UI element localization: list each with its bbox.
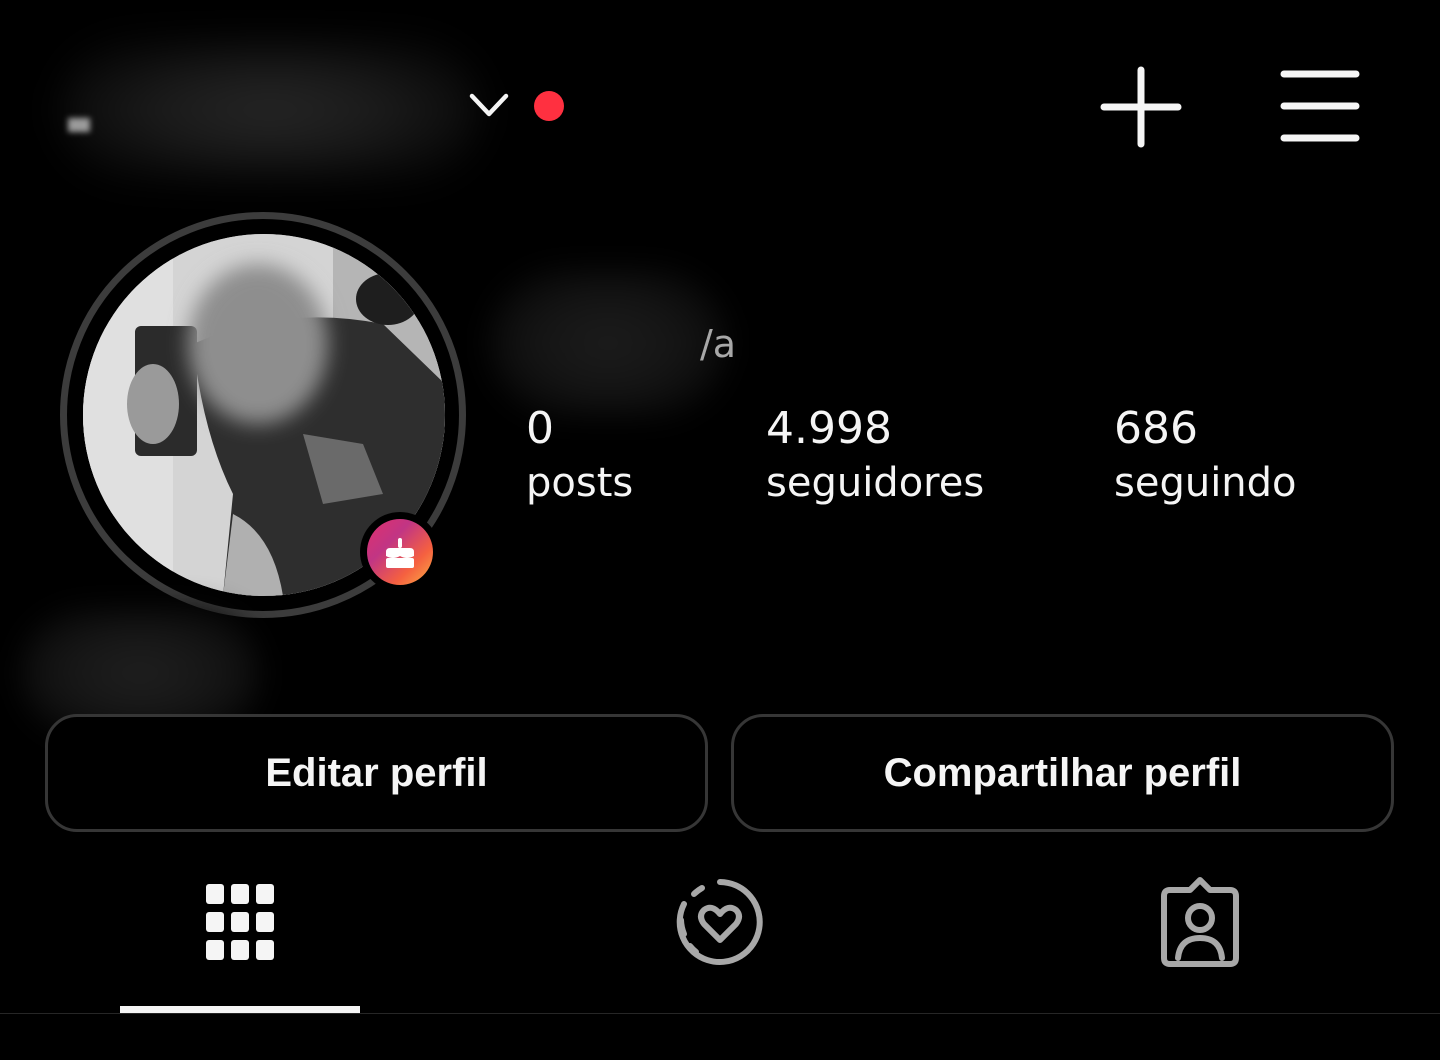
profile-screen: /a 0 posts 4.998 seguidores 686 seguindo… <box>0 0 1440 1060</box>
username-redacted <box>68 118 90 132</box>
hamburger-menu-icon[interactable] <box>1278 66 1362 146</box>
birthday-badge[interactable] <box>360 512 440 592</box>
posts-count: 0 <box>526 403 554 454</box>
share-profile-button[interactable]: Compartilhar perfil <box>731 714 1394 832</box>
plus-icon[interactable] <box>1096 62 1186 152</box>
display-name-blurred <box>488 268 728 418</box>
notification-dot <box>534 91 564 121</box>
tagged-person-icon[interactable] <box>1150 872 1250 972</box>
grid-icon[interactable] <box>190 872 290 972</box>
tab-divider <box>0 1013 1440 1014</box>
pronouns: /a <box>700 322 737 366</box>
reels-heart-icon[interactable] <box>670 872 770 972</box>
following-count: 686 <box>1114 403 1198 454</box>
followers-label: seguidores <box>766 460 985 506</box>
chevron-down-icon[interactable] <box>466 86 512 126</box>
username-blurred[interactable] <box>60 40 480 180</box>
edit-profile-button[interactable]: Editar perfil <box>45 714 708 832</box>
stat-followers[interactable]: 4.998 seguidores <box>766 402 984 510</box>
following-label: seguindo <box>1114 460 1297 506</box>
active-tab-indicator <box>120 1006 360 1013</box>
stat-following[interactable]: 686 seguindo <box>1114 402 1297 510</box>
posts-label: posts <box>526 460 634 506</box>
stat-posts: 0 posts <box>526 402 633 510</box>
followers-count: 4.998 <box>766 403 892 454</box>
birthday-cake-icon <box>386 538 414 568</box>
